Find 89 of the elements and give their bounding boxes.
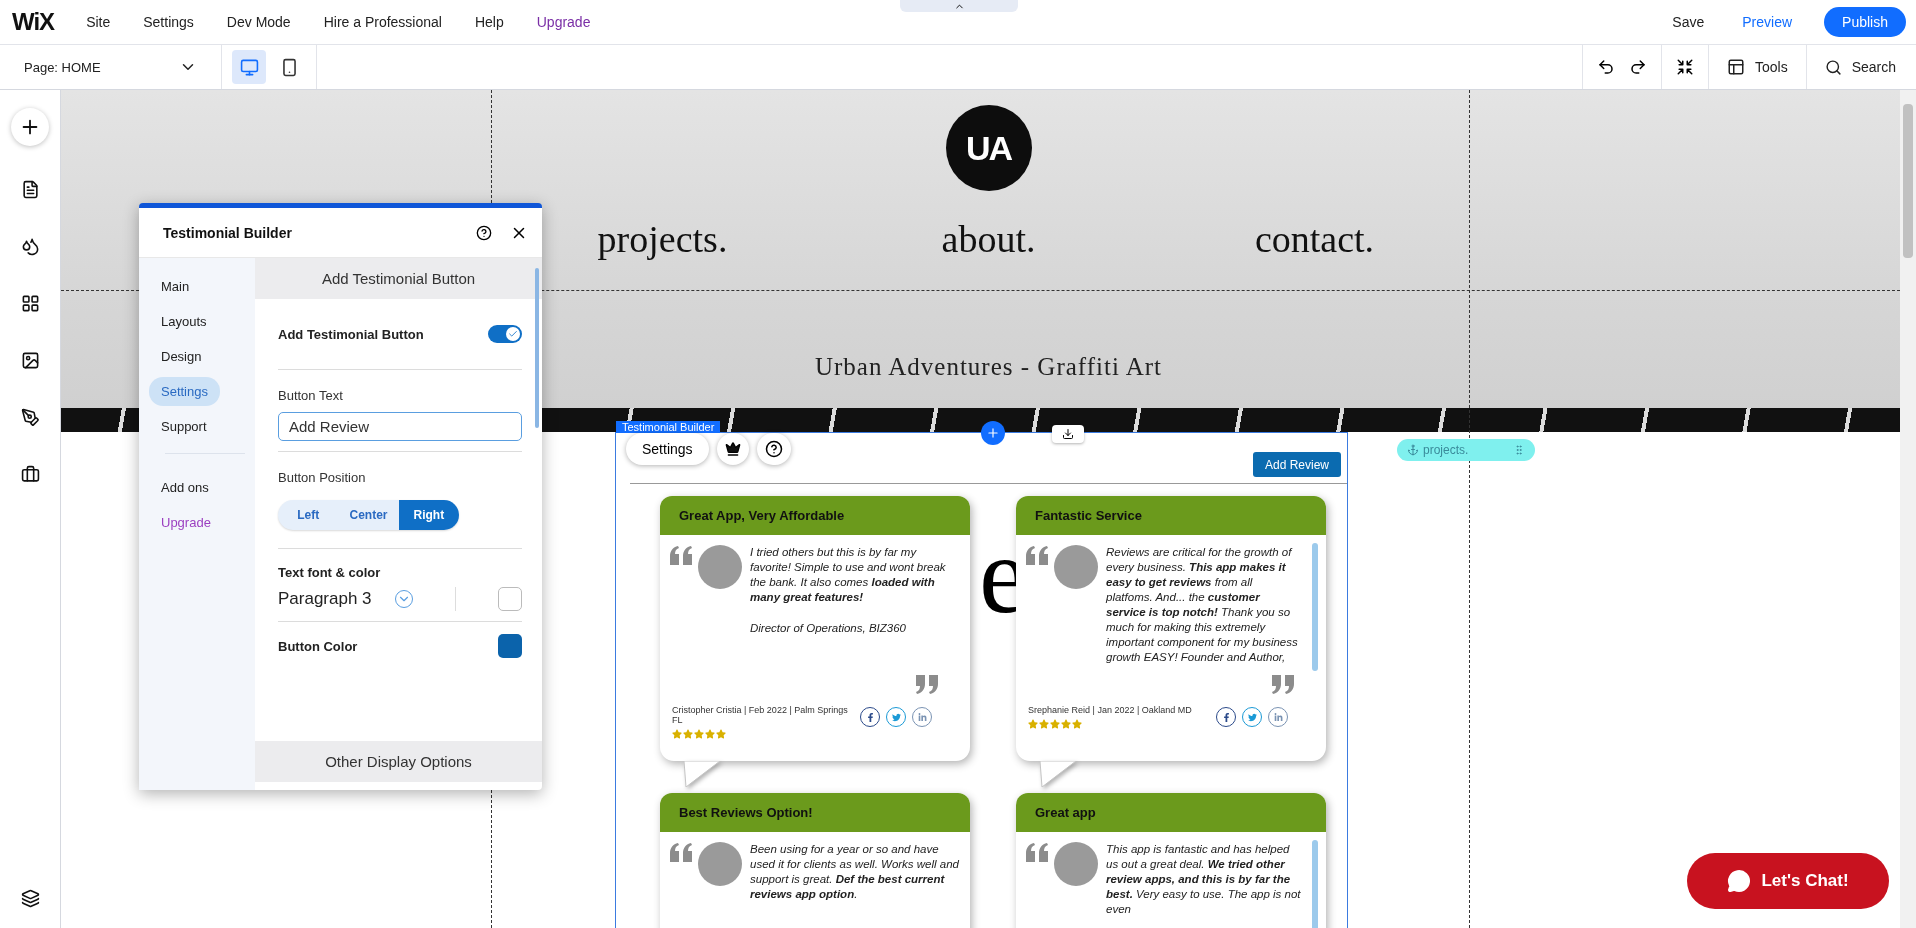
publish-button[interactable]: Publish — [1824, 7, 1906, 37]
field-label: Button Position — [278, 470, 366, 485]
quote-icon — [668, 842, 694, 864]
menu-item[interactable]: Help — [474, 14, 504, 30]
plus-icon — [986, 426, 1000, 440]
quote-icon — [1024, 545, 1050, 567]
toggle-switch[interactable] — [488, 325, 522, 343]
download-icon — [1062, 428, 1074, 440]
tools-button[interactable]: Tools — [1722, 54, 1792, 80]
site-nav-link[interactable]: about. — [941, 217, 1036, 261]
section-header: Add Testimonial Button — [255, 258, 542, 299]
component-label: Testimonial Builder — [616, 421, 721, 433]
quote-icon — [1024, 842, 1050, 864]
panel-nav-item[interactable]: Upgrade — [149, 508, 223, 537]
wix-logo[interactable]: WiX — [12, 8, 55, 36]
menu-item[interactable]: Upgrade — [536, 14, 591, 30]
avatar — [698, 545, 742, 589]
menu-item[interactable]: Hire a Professional — [323, 14, 442, 30]
position-option[interactable]: Right — [398, 500, 459, 530]
chat-button[interactable]: Let's Chat! — [1687, 853, 1889, 909]
site-tagline: Urban Adventures - Graffiti Art — [814, 353, 1163, 381]
download-button[interactable] — [1052, 425, 1084, 443]
testimonial-text: This app is fantastic and has helped us out a great deal. We tried other review apps, and this is by far the best. Very easy to use. The app is not even — [1106, 843, 1301, 915]
menu-item[interactable]: Settings — [143, 14, 194, 30]
card-title: Great app — [1016, 793, 1326, 832]
panel-title: Testimonial Builder — [163, 224, 293, 241]
crown-icon[interactable] — [716, 433, 749, 465]
help-icon[interactable] — [476, 224, 492, 241]
add-section-button[interactable] — [981, 421, 1005, 445]
panel-nav-item[interactable]: Main — [149, 272, 202, 301]
scrollbar-thumb[interactable] — [535, 268, 539, 428]
site-nav-link[interactable]: contact. — [1254, 217, 1375, 261]
undo-icon[interactable] — [1596, 58, 1615, 76]
anchor-label: projects. — [1423, 443, 1470, 457]
avatar — [698, 842, 742, 886]
add-icon[interactable] — [11, 108, 49, 146]
position-option[interactable]: Left — [278, 500, 339, 530]
collapse-handle[interactable] — [900, 0, 1018, 12]
menu-item[interactable]: Site — [86, 14, 111, 30]
avatar — [1054, 545, 1098, 589]
reviewer-name: Srephanie Reid | Jan 2022 | Oakland MD — [1028, 705, 1192, 715]
quote-icon — [914, 673, 940, 695]
search-icon — [1824, 58, 1842, 76]
panel-nav-item[interactable]: Layouts — [149, 307, 219, 336]
card-title: Fantastic Service — [1016, 496, 1326, 535]
menu-item[interactable]: Dev Mode — [226, 14, 291, 30]
site-nav-link[interactable]: projects. — [597, 217, 728, 261]
reviewer-name: Cristopher Cristia | Feb 2022 | Palm Springs FL — [672, 705, 849, 725]
font-dropdown[interactable]: Paragraph 3 — [278, 589, 413, 609]
desktop-view-button[interactable] — [232, 50, 266, 84]
help-icon[interactable] — [756, 433, 791, 465]
testimonial-text: Reviews are critical for the growth of every business. This app makes it easy to get reviews from all platfoms. And... the customer service is top notch! Thank you so much for making this extremely important component for my business growth EASY! Founder and Author, — [1106, 546, 1298, 663]
avatar — [1054, 842, 1098, 886]
testimonial-text: Been using for a year or so and have used it for clients as well. Works well and support is great. Def the best current reviews app option. — [750, 843, 959, 900]
color-swatch[interactable] — [498, 634, 522, 658]
testimonial-text: I tried others but this is by far my favorite! Simple to use and wont break the bank. It also comes loaded with many great features! — [750, 546, 946, 603]
color-swatch[interactable] — [498, 587, 522, 611]
field-label: Button Text — [278, 388, 343, 403]
section-header[interactable]: Other Display Options — [255, 741, 542, 782]
check-icon — [508, 329, 518, 339]
quote-icon — [668, 545, 694, 567]
position-option[interactable]: Center — [338, 500, 399, 530]
shrink-icon[interactable] — [1675, 58, 1694, 76]
reviewer-role: Director of Operations, BIZ360 — [750, 621, 907, 636]
field-label: Text font & color — [278, 565, 381, 580]
site-logo[interactable]: UA — [945, 105, 1032, 191]
card-title: Best Reviews Option! — [660, 793, 970, 832]
quote-icon — [1270, 673, 1296, 695]
card-title: Great App, Very Affordable — [660, 496, 970, 535]
panel-nav-item[interactable]: Add ons — [149, 473, 221, 502]
search-button[interactable]: Search — [1820, 54, 1900, 80]
chat-bubble-icon — [1727, 869, 1752, 893]
save-button[interactable]: Save — [1666, 13, 1711, 31]
monitor-icon — [239, 57, 259, 77]
field-label: Button Color — [278, 638, 358, 654]
toggle-label: Add Testimonial Button — [278, 326, 424, 342]
redo-icon[interactable] — [1628, 58, 1647, 76]
panel-nav-item[interactable]: Support — [149, 412, 219, 441]
anchor-icon — [1407, 444, 1419, 456]
scrollbar-thumb[interactable] — [1903, 104, 1913, 258]
button-text-field[interactable]: Add Review — [278, 412, 522, 441]
settings-button[interactable]: Settings — [626, 433, 709, 465]
add-review-button[interactable]: Add Review — [1252, 452, 1341, 477]
layout-icon — [1726, 58, 1745, 76]
scrollbar-thumb[interactable] — [1312, 543, 1318, 671]
preview-button[interactable]: Preview — [1736, 13, 1799, 31]
drag-handle-icon[interactable] — [1513, 444, 1525, 456]
panel-nav-item[interactable]: Settings — [149, 377, 220, 406]
panel-nav-item[interactable]: Design — [149, 342, 214, 371]
